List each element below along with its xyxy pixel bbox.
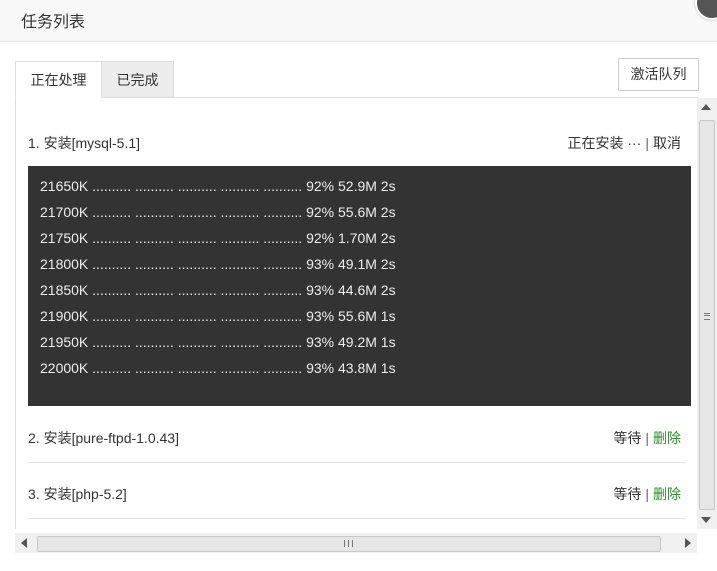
- scroll-down-icon[interactable]: [701, 517, 711, 523]
- scroll-up-icon[interactable]: [701, 104, 711, 110]
- vertical-scroll-thumb[interactable]: [699, 120, 715, 510]
- task-title: 2. 安装[pure-ftpd-1.0.43]: [28, 430, 179, 446]
- delete-link[interactable]: 删除: [653, 486, 681, 502]
- console-line: 21800K .......... .......... .......... …: [40, 256, 396, 272]
- grip-icon: [704, 313, 710, 320]
- task-row: 2. 安装[pure-ftpd-1.0.43] 等待 | 删除: [28, 418, 686, 458]
- scroll-right-icon[interactable]: [685, 538, 691, 548]
- delete-link[interactable]: 删除: [653, 430, 681, 446]
- console-line: 21700K .......... .......... .......... …: [40, 204, 396, 220]
- task-row: 3. 安装[php-5.2] 等待 | 删除: [28, 474, 686, 514]
- install-console-output: 21650K .......... .......... .......... …: [28, 166, 691, 406]
- row-divider: [28, 462, 686, 463]
- task-actions: 等待 | 删除: [613, 418, 681, 458]
- console-line: 21950K .......... .......... .......... …: [40, 334, 396, 350]
- vertical-scrollbar[interactable]: [697, 98, 717, 529]
- dialog-title: 任务列表: [21, 14, 86, 31]
- action-separator: |: [645, 486, 649, 502]
- scroll-left-icon[interactable]: [21, 538, 27, 548]
- task-status: 等待: [613, 486, 642, 502]
- console-line: 21850K .......... .......... .......... …: [40, 282, 396, 298]
- task-status: 等待: [613, 430, 642, 446]
- row-divider: [28, 518, 686, 519]
- task-row: 1. 安装[mysql-5.1] 正在安装 ··· | 取消: [28, 123, 686, 163]
- dialog-header: 任务列表: [0, 0, 717, 42]
- activate-queue-button[interactable]: 激活队列: [618, 58, 699, 91]
- task-status: 正在安装 ···: [567, 135, 642, 151]
- console-line: 21650K .......... .......... .......... …: [40, 178, 396, 194]
- task-list-panel: 1. 安装[mysql-5.1] 正在安装 ··· | 取消 21650K ....…: [15, 98, 698, 529]
- console-line: 22000K .......... .......... .......... …: [40, 360, 396, 376]
- action-separator: |: [645, 430, 649, 446]
- tab-completed[interactable]: 已完成: [101, 61, 174, 98]
- task-actions: 正在安装 ··· | 取消: [567, 123, 681, 163]
- console-line: 21750K .......... .......... .......... …: [40, 230, 396, 246]
- action-separator: |: [645, 135, 649, 151]
- task-actions: 等待 | 删除: [613, 474, 681, 514]
- horizontal-scroll-thumb[interactable]: [37, 536, 661, 552]
- horizontal-scrollbar[interactable]: [15, 533, 697, 553]
- grip-icon: [344, 540, 353, 547]
- tab-processing[interactable]: 正在处理: [15, 61, 102, 98]
- cancel-link[interactable]: 取消: [653, 135, 681, 151]
- task-title: 3. 安装[php-5.2]: [28, 486, 127, 502]
- task-title: 1. 安装[mysql-5.1]: [28, 135, 141, 151]
- console-line: 21900K .......... .......... .......... …: [40, 308, 396, 324]
